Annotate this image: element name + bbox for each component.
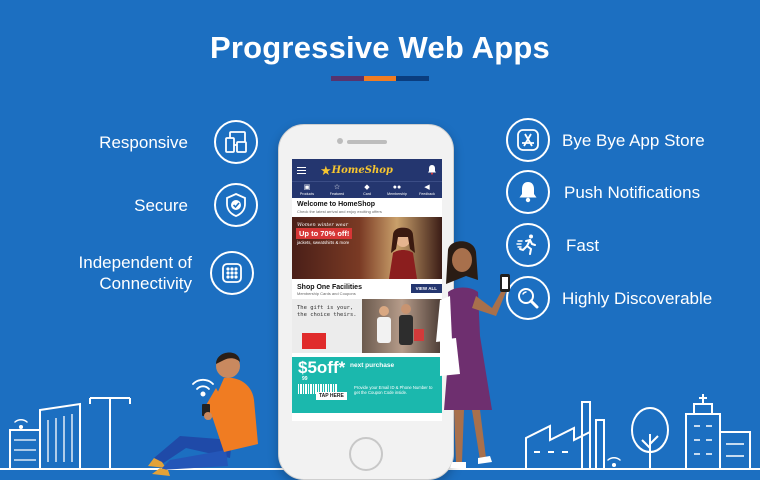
logo-text: HomeShop <box>331 164 393 176</box>
nav-membership[interactable]: ●● Membership <box>382 182 412 198</box>
homeshop-logo[interactable]: ★ HomeShop <box>320 164 393 177</box>
tap-here-button[interactable]: TAP HERE <box>316 392 347 400</box>
banner-subtext: jackets, sweatshirts & more <box>297 240 350 245</box>
nav-label: Featured <box>329 192 345 196</box>
phone-home-button <box>349 437 383 471</box>
wifi-icon-small-right <box>607 456 621 468</box>
factory <box>525 424 591 470</box>
hamburger-menu-icon[interactable] <box>297 166 306 174</box>
tag-icon: ◆ <box>364 184 370 191</box>
coupon-banner[interactable]: $5off* 99 next purchase TAP HERE Provide… <box>292 357 442 413</box>
nav-card[interactable]: ◆ Card <box>352 182 382 198</box>
nav-label: Products <box>299 192 315 196</box>
coupon-next-purchase: next purchase <box>350 362 395 369</box>
welcome-subtitle: Check the latest arrival and enjoy excit… <box>297 209 382 214</box>
man-sitting-illustration <box>148 352 258 476</box>
star-outline-icon: ☆ <box>333 184 341 191</box>
nav-products[interactable]: ▣ Products <box>292 182 322 198</box>
nav-label: Membership <box>387 192 407 196</box>
shop-one-section-header: Shop One Facilities Membership Cards and… <box>292 279 442 296</box>
gift-card-panel: The gift is your, the choice theirs. <box>292 299 362 353</box>
building-right <box>685 394 721 470</box>
gift-text: The gift is your, the choice theirs. <box>297 305 357 319</box>
building-left-tall <box>39 402 81 470</box>
section-title: Shop One Facilities <box>297 284 362 291</box>
gift-card-box <box>302 333 326 349</box>
phone-screen: ★ HomeShop ▣ Products ☆ Featured ◆ Card ●● M… <box>292 159 442 421</box>
coupon-amount: $5off* <box>298 358 346 377</box>
nav-label: Feedback <box>419 192 435 196</box>
wifi-icon-small-left <box>14 418 28 430</box>
woman-standing-illustration <box>436 241 510 468</box>
coupon-instructions: Provide your Email ID & Phone Number to … <box>354 385 433 395</box>
gift-card-banner[interactable]: The gift is your, the choice theirs. <box>292 299 442 353</box>
notification-bell-icon[interactable] <box>427 164 437 175</box>
winter-wear-banner[interactable]: Women winter wear Up to 70% off! jackets… <box>292 217 442 279</box>
pwa-infographic: Progressive Web Apps Responsive Secure I… <box>0 0 760 480</box>
box-icon: ▣ <box>303 184 311 191</box>
megaphone-icon: ◀ <box>424 184 430 191</box>
app-nav: ▣ Products ☆ Featured ◆ Card ●● Membership ◀… <box>292 181 442 198</box>
nav-label: Card <box>363 192 371 196</box>
app-bar: ★ HomeShop <box>292 159 442 181</box>
gift-text-line1: The gift is your, <box>297 305 354 311</box>
star-icon: ★ <box>320 162 332 178</box>
gift-text-line2: the choice theirs. <box>297 312 357 318</box>
welcome-title: Welcome to HomeShop <box>297 201 376 208</box>
street-lamp <box>89 397 131 470</box>
section-subtitle: Membership Cards and Coupons <box>297 291 356 296</box>
people-icon: ●● <box>392 184 402 191</box>
welcome-section: Welcome to HomeShop Check the latest arr… <box>292 198 442 214</box>
nav-feedback[interactable]: ◀ Feedback <box>412 182 442 198</box>
model-photo <box>389 227 417 279</box>
banner-offer-text: Up to 70% off! <box>296 228 353 239</box>
nav-featured[interactable]: ☆ Featured <box>322 182 352 198</box>
phone-camera <box>337 138 343 144</box>
coupon-cents: 99 <box>302 376 308 382</box>
phone-speaker <box>347 140 387 144</box>
